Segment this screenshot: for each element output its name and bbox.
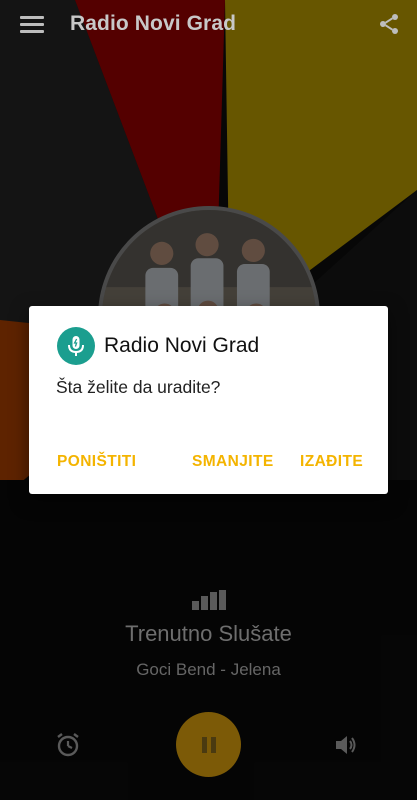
alarm-clock-icon[interactable] bbox=[55, 732, 81, 758]
play-pause-button[interactable] bbox=[176, 712, 241, 777]
exit-button[interactable]: IZAĐITE bbox=[300, 453, 363, 471]
track-title: Goci Bend - Jelena bbox=[136, 660, 281, 679]
app-bar: Radio Novi Grad bbox=[0, 0, 417, 52]
volume-icon[interactable] bbox=[333, 732, 359, 758]
pause-icon bbox=[201, 736, 216, 753]
share-icon[interactable] bbox=[377, 12, 401, 36]
dialog-title: Radio Novi Grad bbox=[104, 334, 260, 357]
cancel-button[interactable]: PONIŠTITI bbox=[57, 453, 136, 471]
minimize-button[interactable]: SMANJITE bbox=[192, 453, 274, 471]
hamburger-menu-icon[interactable] bbox=[20, 14, 44, 36]
now-playing-label: Trenutno Slušate bbox=[125, 621, 292, 646]
signal-bars-icon bbox=[192, 590, 226, 610]
radio-microphone-icon bbox=[57, 327, 95, 365]
app-title: Radio Novi Grad bbox=[70, 12, 237, 35]
dialog-message: Šta želite da uradite? bbox=[56, 377, 221, 397]
exit-dialog: Radio Novi Grad Šta želite da uradite? P… bbox=[29, 306, 388, 494]
